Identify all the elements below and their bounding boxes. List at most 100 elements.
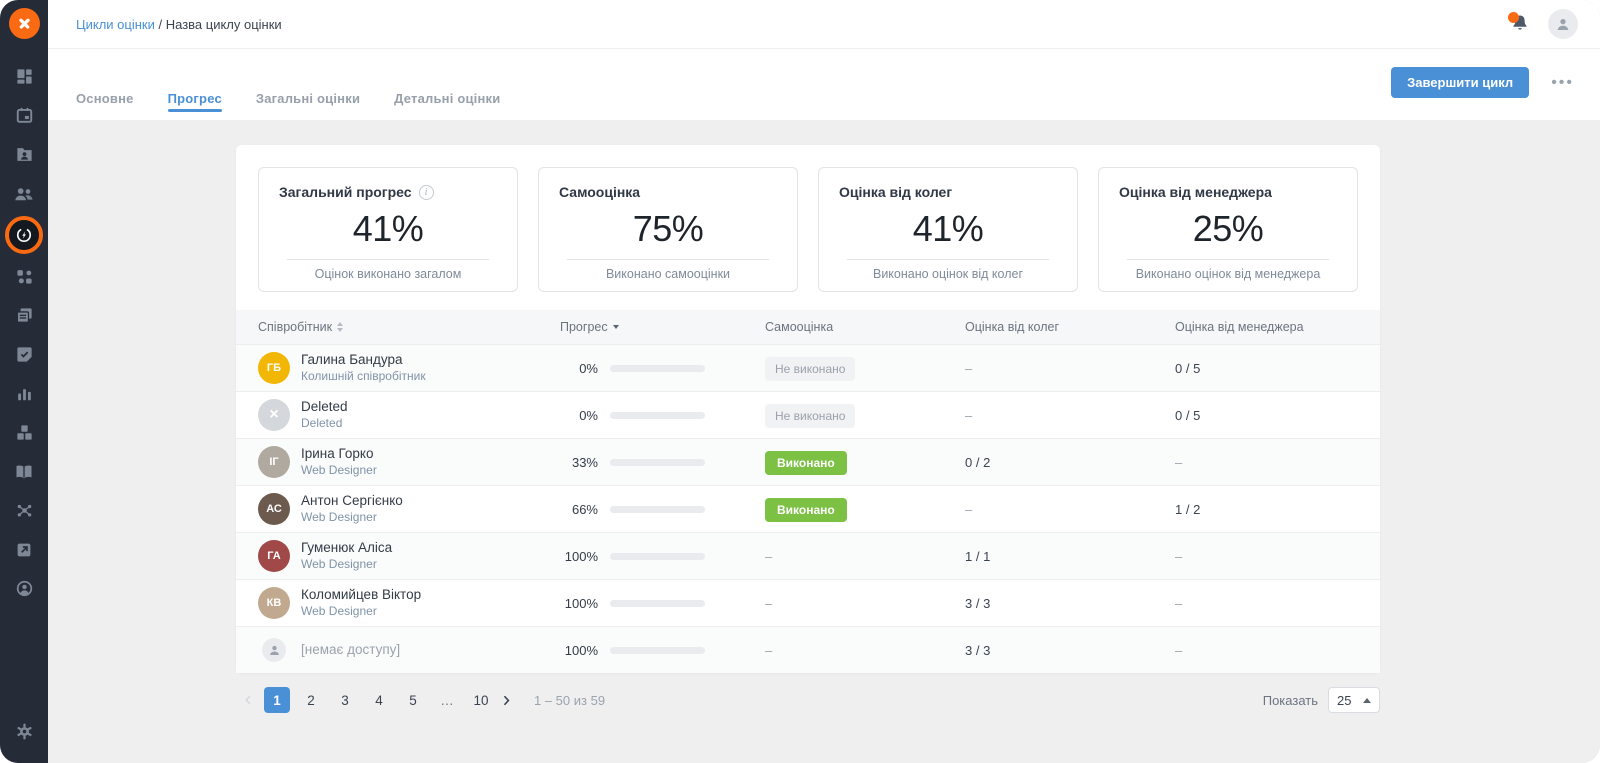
stat-title: Оцінка від колег: [839, 184, 952, 200]
progress-percent: 0%: [560, 361, 598, 376]
sidebar-item-performance[interactable]: [4, 213, 44, 257]
sidebar-item-dashboard[interactable]: [4, 57, 44, 96]
active-highlight-ring: [5, 216, 43, 254]
sidebar-item-assets[interactable]: [4, 413, 44, 452]
column-header-employee[interactable]: Співробітник: [236, 320, 560, 334]
topbar: Цикли оцінки / Назва циклу оцінки: [48, 0, 1600, 49]
stat-value: 75%: [559, 208, 777, 250]
tabs-bar: Основне Прогрес Загальні оцінки Детальні…: [48, 49, 1600, 120]
app-logo-icon[interactable]: [9, 8, 40, 39]
manager-review-count: –: [1175, 549, 1380, 564]
sidebar-item-news[interactable]: [4, 296, 44, 335]
page-button-3[interactable]: 3: [332, 687, 358, 713]
self-review-status: Виконано: [765, 451, 847, 475]
table-row[interactable]: ГБ Галина БандураКолишній співробітник 0…: [236, 344, 1380, 391]
divider: [847, 259, 1049, 260]
self-review-status: Не виконано: [765, 404, 855, 428]
employee-role: Deleted: [301, 416, 348, 432]
notifications-bell-icon[interactable]: [1510, 13, 1532, 35]
tab-main[interactable]: Основне: [76, 91, 134, 120]
table-row[interactable]: [немає доступу] 100% – 3 / 3 –: [236, 626, 1380, 673]
per-page-select[interactable]: 25: [1328, 687, 1380, 713]
divider: [287, 259, 489, 260]
employee-cell[interactable]: × DeletedDeleted: [236, 399, 560, 431]
employee-cell[interactable]: ІГ Ірина ГоркоWeb Designer: [236, 446, 560, 478]
column-label: Оцінка від менеджера: [1175, 320, 1304, 334]
progress-cell: 66%: [560, 502, 765, 517]
more-actions-button[interactable]: •••: [1547, 71, 1578, 95]
breadcrumb-separator: /: [155, 17, 166, 32]
manager-review-count: 0 / 5: [1175, 361, 1380, 376]
sidebar-item-account[interactable]: [4, 569, 44, 608]
peer-review-count: –: [965, 361, 1175, 376]
info-icon[interactable]: i: [419, 185, 434, 200]
employee-cell[interactable]: [немає доступу]: [236, 638, 560, 662]
next-page-button[interactable]: [494, 687, 518, 713]
sidebar-item-external-link[interactable]: [4, 530, 44, 569]
tab-detailed-scores[interactable]: Детальні оцінки: [394, 91, 500, 120]
sidebar-item-objectives[interactable]: [4, 257, 44, 296]
tab-progress[interactable]: Прогрес: [168, 91, 222, 120]
peer-review-count: –: [965, 502, 1175, 517]
employee-name: Антон Сергієнко: [301, 493, 403, 510]
sidebar-item-calendar[interactable]: [4, 96, 44, 135]
sidebar-item-knowledge-base[interactable]: [4, 452, 44, 491]
page-button-1[interactable]: 1: [264, 687, 290, 713]
main-area: Цикли оцінки / Назва циклу оцінки Основн…: [48, 0, 1600, 763]
table-row[interactable]: АС Антон СергієнкоWeb Designer 66% Викон…: [236, 485, 1380, 532]
self-review-status: –: [765, 549, 772, 564]
page-button-2[interactable]: 2: [298, 687, 324, 713]
progress-cell: 100%: [560, 596, 765, 611]
breadcrumb-link-cycles[interactable]: Цикли оцінки: [76, 17, 155, 32]
sidebar-item-network[interactable]: [4, 491, 44, 530]
employee-name: Галина Бандура: [301, 352, 426, 369]
sidebar-item-tasks[interactable]: [4, 335, 44, 374]
sidebar-item-settings[interactable]: [4, 712, 44, 751]
column-header-manager-review: Оцінка від менеджера: [1175, 320, 1380, 334]
divider: [567, 259, 769, 260]
sidebar-item-people[interactable]: [4, 174, 44, 213]
stat-title: Оцінка від менеджера: [1119, 184, 1272, 200]
avatar: ГБ: [258, 352, 290, 384]
avatar: АС: [258, 493, 290, 525]
employee-cell[interactable]: КВ Коломийцев ВікторWeb Designer: [236, 587, 560, 619]
employee-name: Гуменюк Аліса: [301, 540, 392, 557]
notification-badge: [1508, 12, 1519, 23]
tab-overall-scores[interactable]: Загальні оцінки: [256, 91, 360, 120]
sort-icon: [337, 322, 343, 332]
employee-cell[interactable]: ГБ Галина БандураКолишній співробітник: [236, 352, 560, 384]
table-row[interactable]: × DeletedDeleted 0% Не виконано – 0 / 5: [236, 391, 1380, 438]
finish-cycle-button[interactable]: Завершити цикл: [1391, 67, 1529, 98]
divider: [1127, 259, 1329, 260]
stat-subtitle: Виконано самооцінки: [559, 267, 777, 281]
manager-review-count: 0 / 5: [1175, 408, 1380, 423]
table-row[interactable]: ГА Гуменюк АлісаWeb Designer 100% – 1 / …: [236, 532, 1380, 579]
stat-cards: Загальний прогрес i 41% Оцінок виконано …: [236, 145, 1380, 310]
pagination-range: 1 – 50 из 59: [534, 693, 605, 708]
per-page-label: Показать: [1263, 693, 1318, 708]
employee-cell[interactable]: АС Антон СергієнкоWeb Designer: [236, 493, 560, 525]
employee-cell[interactable]: ГА Гуменюк АлісаWeb Designer: [236, 540, 560, 572]
table-row[interactable]: ІГ Ірина ГоркоWeb Designer 33% Виконано …: [236, 438, 1380, 485]
peer-review-count: 3 / 3: [965, 596, 1175, 611]
progress-bar: [610, 647, 705, 654]
page-button-4[interactable]: 4: [366, 687, 392, 713]
progress-percent: 66%: [560, 502, 598, 517]
prev-page-button[interactable]: [236, 687, 260, 713]
table-header: Співробітник Прогрес Самооцінка Оцінка в…: [236, 310, 1380, 344]
sidebar-item-analytics[interactable]: [4, 374, 44, 413]
user-avatar[interactable]: [1548, 9, 1578, 39]
pagination: 1 2 3 4 5 … 10 1 – 50 из 59 Показать 25: [236, 687, 1380, 713]
table-row[interactable]: КВ Коломийцев ВікторWeb Designer 100% – …: [236, 579, 1380, 626]
page-button-10[interactable]: 10: [468, 687, 494, 713]
progress-bar: [610, 506, 705, 513]
page-button-5[interactable]: 5: [400, 687, 426, 713]
stat-value: 41%: [279, 208, 497, 250]
progress-bar: [610, 412, 705, 419]
avatar: [262, 638, 286, 662]
breadcrumb: Цикли оцінки / Назва циклу оцінки: [76, 17, 282, 32]
self-review-status: –: [765, 643, 772, 658]
stat-value: 41%: [839, 208, 1057, 250]
column-header-progress[interactable]: Прогрес: [560, 320, 765, 334]
sidebar-item-employees[interactable]: [4, 135, 44, 174]
